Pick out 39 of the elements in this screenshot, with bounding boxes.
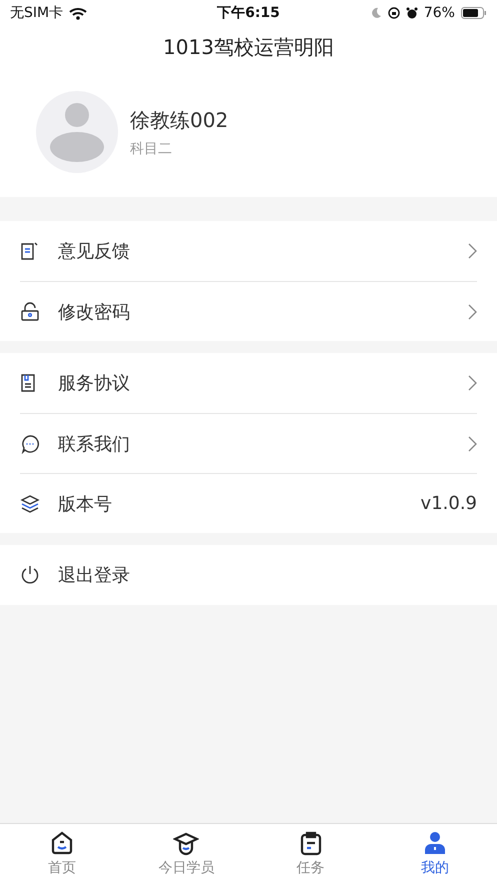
menu-label: 联系我们 (58, 432, 131, 456)
menu-label: 意见反馈 (58, 240, 131, 263)
menu-label: 退出登录 (58, 564, 131, 587)
avatar-icon (36, 91, 118, 173)
chevron-right-icon (467, 243, 477, 259)
menu-item[interactable]: 联系我们 (20, 413, 477, 473)
chevron-right-icon (467, 375, 477, 391)
page-title: 1013驾校运营明阳 (162, 34, 335, 61)
power-icon (20, 565, 40, 585)
menu-label: 服务协议 (58, 372, 131, 395)
menu-item[interactable]: 意见反馈 (20, 221, 477, 281)
chevron-right-icon (467, 436, 477, 452)
rotation-lock-icon (388, 7, 400, 19)
layers-icon (20, 494, 40, 514)
chevron-right-icon (467, 304, 477, 320)
tab[interactable]: 首页 (0, 824, 124, 883)
chat-bubble-icon (20, 434, 40, 454)
tab[interactable]: 今日学员 (124, 824, 248, 883)
user-name: 徐教练002 (130, 106, 228, 134)
edit-note-icon (20, 241, 40, 261)
alarm-clock-icon (406, 7, 418, 19)
wifi-icon (69, 6, 88, 20)
menu-label: 修改密码 (58, 300, 131, 324)
tab[interactable]: 任务 (248, 824, 373, 883)
status-time: 下午6:15 (217, 4, 280, 22)
battery-icon (460, 7, 487, 19)
menu-item[interactable]: 退出登录 (20, 545, 477, 605)
tab[interactable]: 我的 (372, 824, 497, 883)
version-value: v1.0.9 (420, 493, 477, 514)
menu-item[interactable]: 版本号 v1.0.9 (20, 473, 477, 533)
graduation-cap-icon (173, 830, 200, 856)
carrier-text: 无SIM卡 (10, 4, 64, 22)
user-subject: 科目二 (130, 140, 173, 158)
menu-item[interactable]: 修改密码 (20, 281, 477, 341)
lock-icon (20, 302, 40, 322)
menu-label: 版本号 (58, 492, 113, 516)
menu-item[interactable]: 服务协议 (20, 353, 477, 413)
battery-percent: 76% (424, 5, 455, 21)
moon-icon (370, 7, 382, 19)
